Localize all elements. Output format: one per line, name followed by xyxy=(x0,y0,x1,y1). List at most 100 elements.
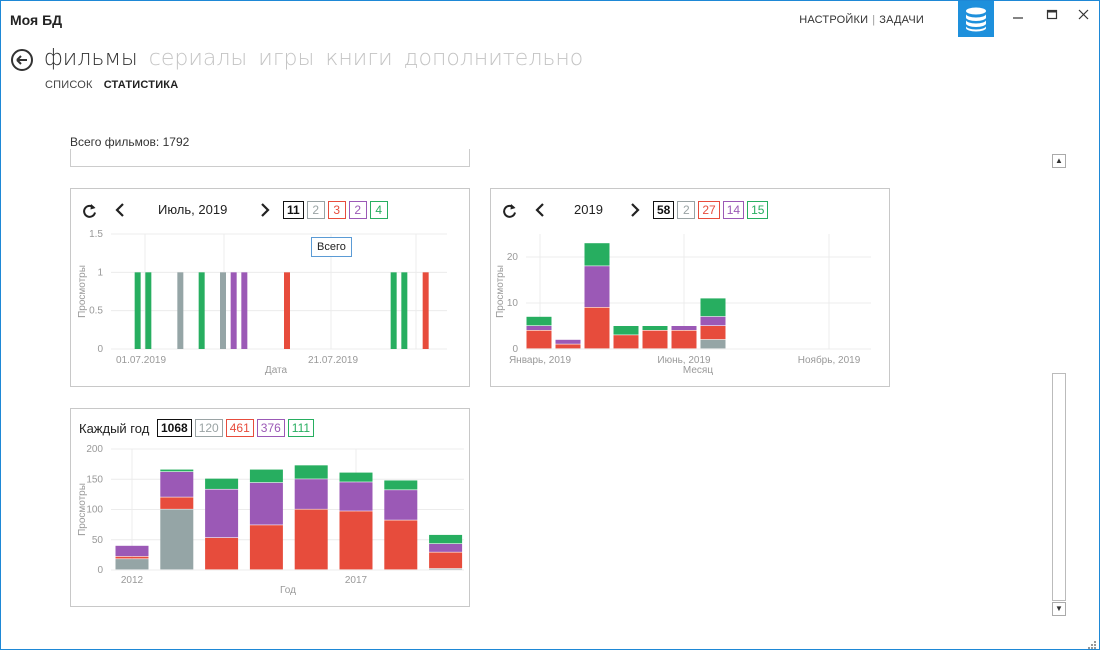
bar-green xyxy=(160,470,193,472)
bar-purple xyxy=(295,479,328,509)
xtick-label: 01.07.2019 xyxy=(116,355,166,366)
bar-green xyxy=(340,473,373,482)
bar-red xyxy=(160,497,193,509)
previous-panel-edge xyxy=(70,149,470,167)
bar-green xyxy=(401,272,407,349)
bar-purple xyxy=(340,482,373,510)
app-window: Моя БД НАСТРОЙКИ | ЗАДАЧИ фильмы сериалы игр… xyxy=(0,0,1100,650)
bar-purple xyxy=(701,317,726,326)
bar-red xyxy=(701,326,726,339)
total-films-count: Всего фильмов: 1792 xyxy=(70,135,189,149)
bar-purple xyxy=(384,490,417,520)
bar-green xyxy=(384,480,417,489)
bar-gray xyxy=(160,510,193,570)
tab-games[interactable]: игры xyxy=(258,46,314,71)
bar-purple xyxy=(205,490,238,538)
bar-green xyxy=(643,326,668,330)
ytick-label: 0 xyxy=(97,344,103,355)
bar-gray xyxy=(116,559,149,569)
bar-red xyxy=(423,272,429,349)
bar-red xyxy=(614,335,639,348)
sub-tabs: СПИСОК СТАТИСТИКА xyxy=(45,79,186,91)
bar-gray xyxy=(701,340,726,349)
subtab-list[interactable]: СПИСОК xyxy=(45,79,93,91)
back-arrow-icon[interactable] xyxy=(11,49,33,71)
bar-gray xyxy=(220,272,226,349)
xtick-label: 21.07.2019 xyxy=(308,355,358,366)
bar-purple xyxy=(160,472,193,497)
y-axis-label: Просмотры xyxy=(77,265,88,318)
bar-red xyxy=(205,538,238,569)
bar-red xyxy=(643,331,668,349)
bar-purple xyxy=(556,340,581,344)
bar-green xyxy=(295,465,328,478)
bar-gray xyxy=(177,272,183,349)
category-tabs: фильмы сериалы игры книги дополнительно xyxy=(44,45,594,71)
bar-green xyxy=(429,535,462,543)
y-axis-label: Просмотры xyxy=(77,483,88,536)
bar-purple xyxy=(250,483,283,525)
ytick-label: 1.5 xyxy=(89,229,103,240)
yearly-chart-panel: 2019 582271415 01020Январь, 2019Июнь, 20… xyxy=(490,188,890,387)
bar-red xyxy=(672,331,697,349)
scrollbar-thumb[interactable] xyxy=(1052,373,1066,601)
settings-link[interactable]: НАСТРОЙКИ xyxy=(799,14,868,26)
bar-red xyxy=(429,552,462,568)
tab-additional[interactable]: дополнительно xyxy=(404,46,584,71)
close-icon[interactable] xyxy=(1074,7,1094,27)
bar-red xyxy=(284,272,290,349)
database-icon[interactable] xyxy=(958,1,994,37)
bar-red xyxy=(116,557,149,559)
bar-purple xyxy=(585,266,610,307)
all-years-chart: 05010015020020122017ГодПросмотры xyxy=(71,409,469,606)
xtick-label: 2012 xyxy=(121,575,144,586)
bar-purple xyxy=(527,326,552,330)
bar-purple xyxy=(116,546,149,556)
tab-series[interactable]: сериалы xyxy=(149,46,247,71)
ytick-label: 0.5 xyxy=(89,306,103,317)
bar-green xyxy=(205,479,238,489)
ytick-label: 0 xyxy=(97,565,103,576)
scroll-up-button[interactable]: ▲ xyxy=(1052,154,1066,168)
top-links: НАСТРОЙКИ | ЗАДАЧИ xyxy=(799,14,924,26)
tasks-link[interactable]: ЗАДАЧИ xyxy=(879,14,924,26)
bar-red xyxy=(556,344,581,348)
bar-green xyxy=(527,317,552,326)
subtab-statistics[interactable]: СТАТИСТИКА xyxy=(104,79,179,91)
bar-green xyxy=(199,272,205,349)
bar-green xyxy=(614,326,639,335)
bar-purple xyxy=(241,272,247,349)
y-axis-label: Просмотры xyxy=(495,265,506,318)
minimize-icon[interactable] xyxy=(1008,7,1028,27)
tab-films[interactable]: фильмы xyxy=(44,46,138,71)
app-title: Моя БД xyxy=(10,12,62,28)
ytick-label: 10 xyxy=(507,298,519,309)
bar-red xyxy=(340,511,373,569)
monthly-chart: 00.511.501.07.201921.07.2019ДатаПросмотр… xyxy=(71,189,469,386)
ytick-label: 100 xyxy=(86,505,103,516)
bar-red xyxy=(295,510,328,570)
maximize-icon[interactable] xyxy=(1042,7,1062,27)
bar-green xyxy=(135,272,141,349)
tab-books[interactable]: книги xyxy=(325,46,392,71)
yearly-chart: 01020Январь, 2019Июнь, 2019Ноябрь, 2019М… xyxy=(491,189,889,386)
resize-grip-icon[interactable] xyxy=(1087,637,1097,647)
ytick-label: 1 xyxy=(97,267,103,278)
bar-red xyxy=(585,308,610,349)
ytick-label: 50 xyxy=(92,535,104,546)
bar-gray xyxy=(429,569,462,570)
link-separator: | xyxy=(872,14,875,26)
all-years-chart-panel: Каждый год 1068120461376111 050100150200… xyxy=(70,408,470,607)
xtick-label: 2017 xyxy=(345,575,368,586)
bar-purple xyxy=(231,272,237,349)
tooltip: Всего xyxy=(311,237,352,257)
bar-green xyxy=(145,272,151,349)
scroll-down-button[interactable]: ▼ xyxy=(1052,602,1066,616)
x-axis-label: Месяц xyxy=(683,365,713,376)
bar-purple xyxy=(429,544,462,552)
bar-red xyxy=(527,331,552,349)
title-bar: Моя БД НАСТРОЙКИ | ЗАДАЧИ xyxy=(1,1,1099,39)
bar-red xyxy=(384,520,417,569)
xtick-label: Ноябрь, 2019 xyxy=(798,354,861,366)
ytick-label: 20 xyxy=(507,252,519,263)
